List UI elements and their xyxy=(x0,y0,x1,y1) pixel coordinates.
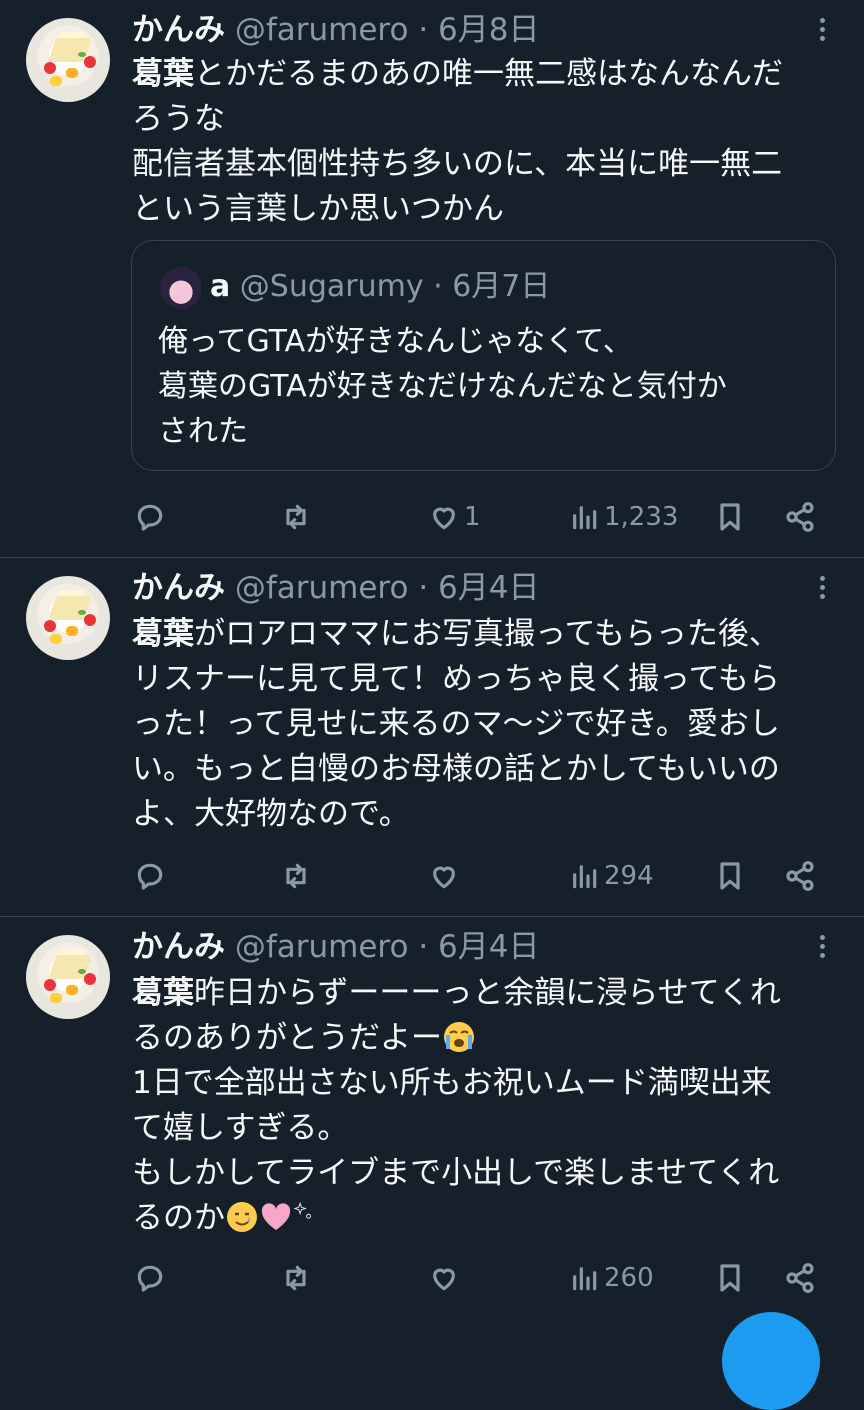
like-icon xyxy=(433,1268,455,1291)
bookmark-icon xyxy=(720,503,740,531)
tweet-header: かんみ @farumero · 6月4日 xyxy=(132,568,539,608)
timestamp[interactable]: 6月4日 xyxy=(438,570,539,606)
tweet-body: がロアロママにお写真撮ってもらった後、 リスナーに見て見て！めっちゃ良く撮っても… xyxy=(132,616,780,832)
retweet-icon xyxy=(286,863,306,889)
like-icon xyxy=(433,507,455,530)
smiling-face-with-tear-icon xyxy=(227,1202,257,1232)
tweet-1[interactable]: かんみ @farumero · 6月8日 葛葉とかだるまのあの唯一無二感はなんな… xyxy=(0,0,864,558)
share-button[interactable] xyxy=(784,1258,816,1298)
sparkles-icon xyxy=(293,1202,311,1219)
mention-bold: 葛葉 xyxy=(132,616,194,652)
avatar[interactable] xyxy=(26,576,110,660)
action-bar: 260 xyxy=(0,1258,864,1298)
quote-avatar xyxy=(160,267,202,309)
separator: · xyxy=(408,12,439,48)
reply-button[interactable] xyxy=(134,497,166,537)
like-button[interactable] xyxy=(428,1258,464,1298)
views-button[interactable]: 1,233 xyxy=(568,497,678,537)
action-bar: 1 1,233 xyxy=(0,497,864,537)
quote-handle: @Sugarumy xyxy=(239,269,424,304)
retweet-button[interactable] xyxy=(280,856,312,896)
quote-separator: · xyxy=(423,269,453,304)
share-icon xyxy=(786,1263,814,1293)
like-icon xyxy=(433,866,455,889)
action-bar: 294 xyxy=(0,856,864,896)
share-icon xyxy=(786,861,814,891)
like-button[interactable]: 1 xyxy=(428,497,481,537)
tweet-3[interactable]: かんみ @farumero · 6月4日 葛葉昨日からずーーーっと余韻に浸らせて… xyxy=(0,917,864,1333)
timestamp[interactable]: 6月8日 xyxy=(438,12,539,48)
display-name[interactable]: かんみ xyxy=(132,12,225,48)
share-button[interactable] xyxy=(784,856,816,896)
avatar[interactable] xyxy=(26,18,110,102)
bookmark-icon xyxy=(720,862,740,890)
separator: · xyxy=(408,929,439,965)
retweet-icon xyxy=(286,504,306,530)
view-count: 260 xyxy=(604,1263,654,1293)
retweet-button[interactable] xyxy=(280,497,312,537)
user-handle[interactable]: @farumero xyxy=(235,12,409,48)
share-icon xyxy=(786,502,814,532)
bookmark-icon xyxy=(720,1264,740,1292)
mention-bold: 葛葉 xyxy=(132,56,194,92)
tweet-header: かんみ @farumero · 6月4日 xyxy=(132,927,539,967)
like-button[interactable] xyxy=(428,856,464,896)
tweet-header: かんみ @farumero · 6月8日 xyxy=(132,10,539,50)
tweet-text: 葛葉昨日からずーーーっと余韻に浸らせてくれ るのありがとうだよー 1日で全部出さ… xyxy=(132,971,842,1241)
more-icon[interactable] xyxy=(820,18,828,45)
more-icon[interactable] xyxy=(820,576,828,603)
share-button[interactable] xyxy=(784,497,816,537)
quote-text: 俺ってGTAが好きなんじゃなくて、 葛葉のGTAが好きなだけなんだなと気付か さ… xyxy=(158,324,727,449)
display-name[interactable]: かんみ xyxy=(132,929,225,965)
quote-display-name: a xyxy=(210,269,231,304)
user-handle[interactable]: @farumero xyxy=(235,570,409,606)
tweet-2[interactable]: かんみ @farumero · 6月4日 葛葉がロアロママにお写真撮ってもらった… xyxy=(0,558,864,917)
loudly-crying-face-icon xyxy=(444,1022,474,1052)
views-icon xyxy=(573,506,597,530)
reply-button[interactable] xyxy=(134,1258,166,1298)
like-count: 1 xyxy=(464,502,481,532)
bookmark-button[interactable] xyxy=(714,497,746,537)
avatar[interactable] xyxy=(26,935,110,1019)
user-handle[interactable]: @farumero xyxy=(235,929,409,965)
more-icon[interactable] xyxy=(820,935,828,962)
reply-icon xyxy=(137,863,163,890)
views-icon xyxy=(573,865,597,889)
reply-icon xyxy=(137,504,163,531)
quote-timestamp: 6月7日 xyxy=(452,269,551,304)
separator: · xyxy=(408,570,439,606)
reply-icon xyxy=(137,1265,163,1292)
quote-header: a @Sugarumy · 6月7日 xyxy=(210,267,550,307)
bookmark-button[interactable] xyxy=(714,856,746,896)
tweet-text: 葛葉がロアロママにお写真撮ってもらった後、 リスナーに見て見て！めっちゃ良く撮っ… xyxy=(132,612,842,837)
reply-button[interactable] xyxy=(134,856,166,896)
mention-bold: 葛葉 xyxy=(132,975,194,1011)
view-count: 294 xyxy=(604,861,654,891)
views-button[interactable]: 294 xyxy=(568,856,654,896)
tweet-body: とかだるまのあの唯一無二感はなんなんだ ろうな 配信者基本個性持ち多いのに、本当… xyxy=(132,56,783,227)
compose-button[interactable] xyxy=(722,1312,820,1410)
bookmark-button[interactable] xyxy=(714,1258,746,1298)
quote-tweet[interactable]: a @Sugarumy · 6月7日 俺ってGTAが好きなんじゃなくて、 葛葉の… xyxy=(131,240,836,471)
timestamp[interactable]: 6月4日 xyxy=(438,929,539,965)
view-count: 1,233 xyxy=(604,502,679,532)
tweet-text: 葛葉とかだるまのあの唯一無二感はなんなんだ ろうな 配信者基本個性持ち多いのに、… xyxy=(132,52,842,232)
views-icon xyxy=(573,1267,597,1291)
retweet-button[interactable] xyxy=(280,1258,312,1298)
display-name[interactable]: かんみ xyxy=(132,570,225,606)
pink-heart-icon xyxy=(261,1203,291,1230)
retweet-icon xyxy=(286,1265,306,1291)
views-button[interactable]: 260 xyxy=(568,1258,654,1298)
